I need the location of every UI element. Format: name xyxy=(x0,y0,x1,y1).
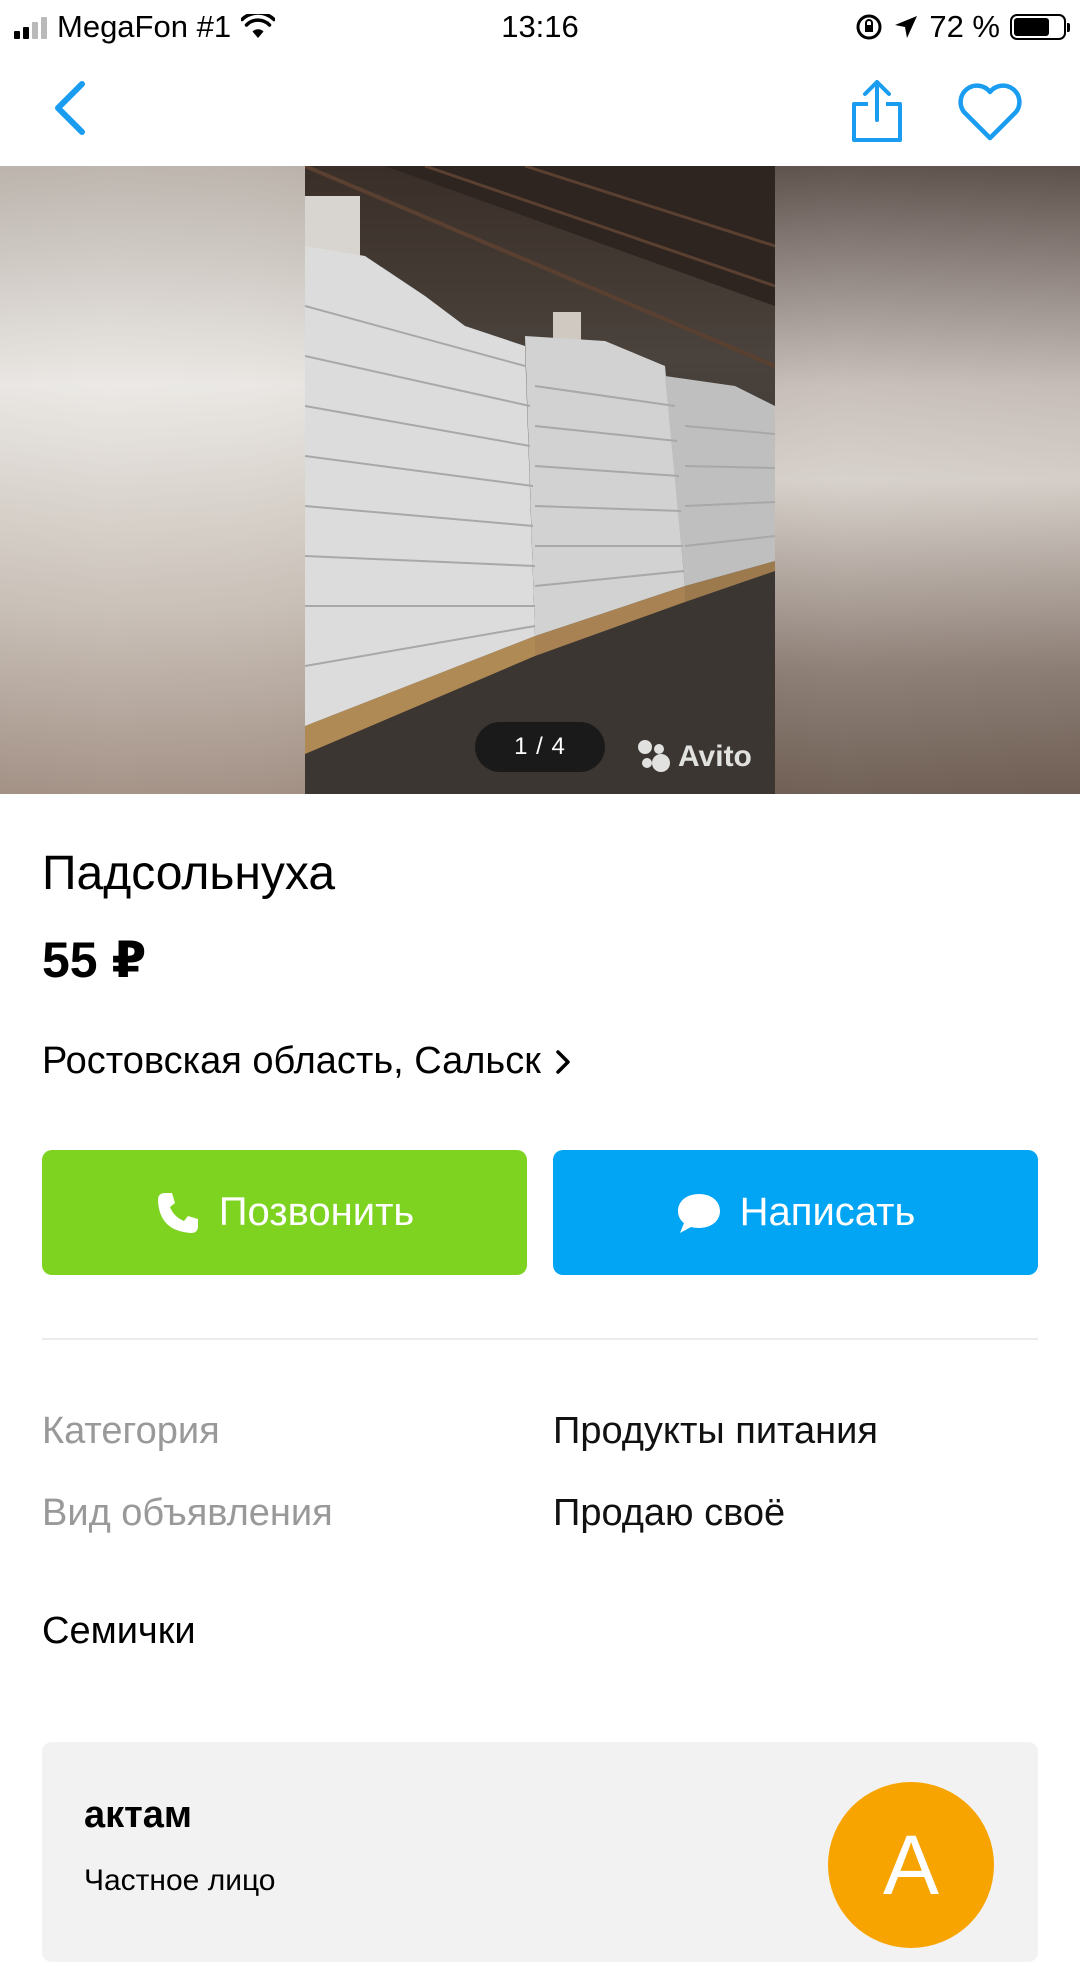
wifi-icon xyxy=(241,14,276,38)
seller-type: Частное лицо xyxy=(84,1864,276,1897)
listing-title: Падсольнуха xyxy=(42,847,336,900)
chat-bubble-icon xyxy=(677,1193,720,1233)
location-link[interactable]: Ростовская область, Сальск xyxy=(42,1040,571,1083)
location-arrow-icon xyxy=(895,16,918,38)
location-text: Ростовская область, Сальск xyxy=(42,1040,541,1082)
watermark-text: Avito xyxy=(678,740,752,773)
listing-photo[interactable] xyxy=(305,166,775,794)
signal-icon xyxy=(14,15,47,39)
call-button[interactable]: Позвонить xyxy=(42,1150,527,1275)
status-bar-left: MegaFon #1 xyxy=(14,9,276,45)
avito-watermark: Avito xyxy=(638,740,752,774)
gallery-blur-left xyxy=(0,166,305,794)
photo-gallery[interactable]: 1 / 4 Avito xyxy=(0,166,1080,794)
avito-logo-icon xyxy=(638,740,672,774)
seller-name: актам xyxy=(84,1794,193,1836)
seller-avatar[interactable]: А xyxy=(828,1782,994,1948)
carrier-name: MegaFon #1 xyxy=(57,9,232,44)
listing-description: Семички xyxy=(42,1610,196,1652)
share-button[interactable] xyxy=(848,78,906,144)
param-label-ad-type: Вид объявления xyxy=(42,1492,333,1534)
seller-card[interactable]: актам Частное лицо А xyxy=(42,1742,1038,1962)
battery-percent: 72 % xyxy=(929,9,1000,44)
back-button[interactable] xyxy=(46,78,96,138)
divider xyxy=(42,1338,1038,1340)
call-button-label: Позвонить xyxy=(218,1190,415,1234)
nav-bar xyxy=(0,54,1080,166)
status-bar: MegaFon #1 13:16 72 % xyxy=(0,0,1080,54)
message-button-label: Написать xyxy=(739,1190,916,1234)
battery-icon xyxy=(1010,14,1070,40)
chevron-right-icon xyxy=(556,1049,570,1074)
param-label-category: Категория xyxy=(42,1410,220,1452)
rotation-lock-icon xyxy=(856,14,882,40)
favorite-button[interactable] xyxy=(956,82,1024,142)
message-button[interactable]: Написать xyxy=(553,1150,1038,1275)
param-value-ad-type: Продаю своё xyxy=(553,1492,786,1534)
phone-icon xyxy=(157,1192,198,1233)
listing-price: 55 ₽ xyxy=(42,932,147,988)
param-value-category: Продукты питания xyxy=(553,1410,878,1452)
status-bar-right: 72 % xyxy=(855,9,1070,45)
photo-counter: 1 / 4 xyxy=(475,722,605,772)
gallery-blur-right xyxy=(774,166,1080,794)
